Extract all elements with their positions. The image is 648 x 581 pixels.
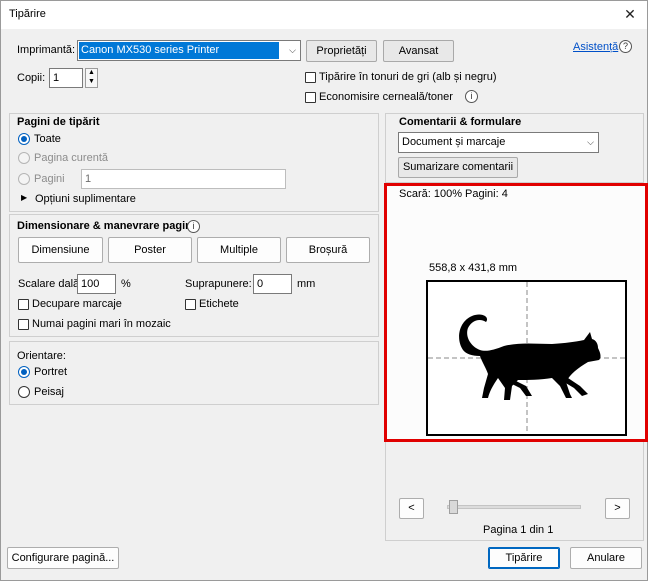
booklet-button[interactable]: Broșură (286, 237, 370, 263)
pages-range-label: Pagini (34, 173, 65, 185)
comments-title: Comentarii & formulare (399, 116, 522, 128)
print-button[interactable]: Tipărire (488, 547, 560, 569)
title-bar: Tipărire ✕ (1, 1, 647, 29)
info-icon[interactable]: i (187, 220, 200, 233)
stepper-down-icon[interactable]: ▼ (88, 78, 95, 85)
landscape-radio[interactable] (18, 386, 30, 398)
overlap-input[interactable]: 0 (253, 274, 292, 294)
copies-input[interactable]: 1 (49, 68, 83, 88)
chevron-down-icon: ⌵ (587, 137, 594, 147)
page-slider[interactable] (447, 500, 581, 514)
overlap-unit: mm (297, 278, 316, 290)
prev-page-button[interactable]: < (399, 498, 424, 519)
overlap-label: Suprapunere: (185, 278, 252, 290)
advanced-button[interactable]: Avansat (383, 40, 454, 62)
pages-current-label: Pagina curentă (34, 152, 108, 164)
help-link[interactable]: Asistență (573, 41, 618, 53)
portrait-label: Portret (34, 366, 68, 378)
summarize-comments-button[interactable]: Sumarizare comentarii (398, 157, 518, 178)
pages-range-radio[interactable] (18, 173, 30, 185)
sizing-title: Dimensionare & manevrare pagină (17, 220, 198, 232)
multiple-button[interactable]: Multiple (197, 237, 281, 263)
preview-content (428, 282, 625, 434)
pages-all-label: Toate (34, 133, 61, 145)
cut-marks-checkbox[interactable] (18, 299, 29, 310)
next-page-button[interactable]: > (605, 498, 630, 519)
save-ink-checkbox[interactable] (305, 92, 316, 103)
printer-select[interactable]: Canon MX530 series Printer ⌵ (77, 40, 301, 61)
page-size-text: 558,8 x 431,8 mm (429, 262, 518, 274)
scale-pages-text: Scară: 100% Pagini: 4 (399, 188, 508, 200)
copies-stepper[interactable]: ▲ ▼ (85, 68, 98, 88)
comments-select[interactable]: Document și marcaje ⌵ (398, 132, 599, 153)
preview-sheet (426, 280, 627, 436)
labels-checkbox[interactable] (185, 299, 196, 310)
printer-label: Imprimantă: (17, 44, 76, 56)
page-counter-text: Pagina 1 din 1 (483, 524, 554, 536)
portrait-radio[interactable] (18, 366, 30, 378)
print-dialog: Tipărire ✕ Imprimantă: Canon MX530 serie… (0, 0, 648, 581)
dialog-title: Tipărire (9, 8, 46, 20)
stepper-up-icon[interactable]: ▲ (88, 69, 95, 76)
tile-scale-input[interactable]: 100 (77, 274, 116, 294)
tile-scale-label: Scalare dală: (18, 278, 83, 290)
page-setup-button[interactable]: Configurare pagină... (7, 547, 119, 569)
labels-label: Etichete (199, 298, 239, 310)
pages-title: Pagini de tipărit (17, 116, 100, 128)
tile-scale-unit: % (121, 278, 131, 290)
copies-label: Copii: (17, 72, 46, 84)
size-button[interactable]: Dimensiune (18, 237, 103, 263)
pages-current-radio[interactable] (18, 152, 30, 164)
more-options-label[interactable]: Opțiuni suplimentare (35, 193, 136, 205)
slider-thumb[interactable] (449, 500, 458, 514)
poster-button[interactable]: Poster (108, 237, 192, 263)
chevron-down-icon: ⌵ (289, 45, 296, 55)
grayscale-label: Tipărire în tonuri de gri (alb și negru) (319, 71, 497, 83)
save-ink-label: Economisire cerneală/toner (319, 91, 453, 103)
cut-marks-label: Decupare marcaje (32, 298, 122, 310)
info-icon[interactable]: i (465, 90, 478, 103)
grayscale-checkbox[interactable] (305, 72, 316, 83)
large-pages-checkbox[interactable] (18, 319, 29, 330)
cancel-button[interactable]: Anulare (570, 547, 642, 569)
comments-selected: Document și marcaje (402, 136, 506, 148)
pages-all-radio[interactable] (18, 133, 30, 145)
help-icon[interactable]: ? (619, 40, 632, 53)
properties-button[interactable]: Proprietăți (306, 40, 377, 62)
cat-image (459, 314, 601, 400)
orientation-title: Orientare: (17, 350, 66, 362)
large-pages-label: Numai pagini mari în mozaic (32, 318, 171, 330)
expand-arrow-icon[interactable]: ▶ (21, 193, 27, 202)
landscape-label: Peisaj (34, 386, 64, 398)
printer-selected: Canon MX530 series Printer (81, 44, 220, 56)
pages-range-input[interactable]: 1 (81, 169, 286, 189)
close-icon[interactable]: ✕ (619, 4, 641, 24)
